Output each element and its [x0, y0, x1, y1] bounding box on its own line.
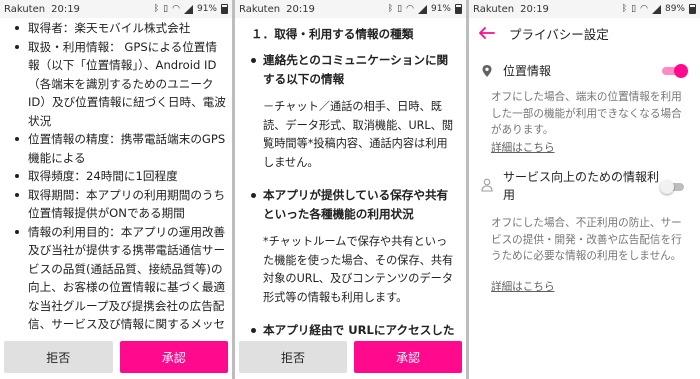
wifi-icon: ◠	[406, 4, 414, 14]
item-title: 連絡先とのコミュニケーションに関する以下の情報	[263, 53, 449, 86]
details-link[interactable]: 詳細はこちら	[491, 279, 555, 294]
carrier-label: Rakuten	[4, 3, 46, 15]
consent-button-bar: 拒否 承認	[235, 337, 466, 379]
battery-icon	[221, 4, 228, 14]
toggle-knob	[674, 64, 688, 78]
setting-title: サービス向上のための情報利用	[503, 170, 660, 202]
battery-percent: 89%	[664, 4, 685, 14]
carrier-label: Rakuten	[473, 3, 515, 15]
list-item: 位置情報の精度：携帯電話端末のGPS機能による	[6, 130, 226, 167]
reject-button[interactable]: 拒否	[4, 341, 113, 373]
section-heading: １．取得・利用する情報の種類	[251, 27, 414, 41]
list-item: 本アプリ経由で URLにアクセスした	[251, 321, 458, 337]
setting-description: オフにした場合、端末の位置情報を利用した一部の機能が利用できなくなる場合がありま…	[491, 91, 682, 136]
accept-button[interactable]: 承認	[119, 341, 228, 373]
consent-button-bar: 拒否 承認	[0, 337, 232, 379]
bluetooth-icon: ᛒ	[621, 4, 628, 14]
consent-screen-location: Rakuten 20:19 ᛒ ▯ ◠ 91% 取得者：楽天モバイル株式会社 取…	[0, 0, 232, 379]
privacy-settings-screen: Rakuten 20:19 ᛒ ▯ ◠ 89% プライバシー設定 位置情報 オフ…	[469, 0, 700, 379]
signal-icon	[651, 4, 661, 14]
item-title: 本アプリ経由で URLにアクセスした	[263, 323, 455, 337]
back-arrow-icon[interactable]	[479, 27, 495, 39]
battery-icon	[455, 4, 462, 14]
location-toggle[interactable]	[662, 64, 688, 78]
status-bar: Rakuten 20:19 ᛒ ▯ ◠ 89%	[469, 0, 700, 18]
list-item: 取得頻度：24時間に1回程度	[6, 167, 226, 186]
setting-service-improvement: サービス向上のための情報利用 オフにした場合、不正利用の防止、サービスの提供・開…	[469, 168, 700, 308]
setting-title: 位置情報	[503, 64, 552, 78]
list-item: 情報の利用目的：本アプリの運用改善及び当社が提供する携帯電話通信サービスの品質(…	[6, 223, 226, 337]
wifi-icon: ◠	[640, 4, 648, 14]
list-item: 本アプリが提供している保存や共有といった各種機能の利用状況 *チャットルームで保…	[251, 186, 458, 307]
toggle-knob	[660, 180, 674, 194]
battery-percent: 91%	[430, 4, 451, 14]
status-bar: Rakuten 20:19 ᛒ ▯ ◠ 91%	[235, 0, 466, 18]
list-item: 取得期間：本アプリの利用期間のうち位置情報提供がONである期間	[6, 186, 226, 223]
details-link[interactable]: 詳細はこちら	[491, 140, 555, 155]
vibrate-icon: ▯	[397, 4, 403, 14]
clock: 20:19	[520, 3, 549, 15]
page-title: プライバシー設定	[509, 26, 609, 42]
battery-percent: 91%	[196, 4, 217, 14]
wifi-icon: ◠	[172, 4, 180, 14]
clock: 20:19	[286, 3, 315, 15]
item-body: －チャット／通話の相手、日時、既読、データ形式、取消機能、URL、閲覧時間等*投…	[263, 100, 454, 169]
app-bar: プライバシー設定	[469, 18, 700, 48]
carrier-label: Rakuten	[239, 3, 281, 15]
bluetooth-icon: ᛒ	[387, 4, 394, 14]
clock: 20:19	[51, 3, 80, 15]
signal-icon	[417, 4, 427, 14]
item-title: 本アプリが提供している保存や共有といった各種機能の利用状況	[263, 188, 449, 221]
terms-content: １．取得・利用する情報の種類 連絡先とのコミュニケーションに関する以下の情報 －…	[235, 18, 466, 337]
list-item: 連絡先とのコミュニケーションに関する以下の情報 －チャット／通話の相手、日時、既…	[251, 51, 458, 172]
accept-button[interactable]: 承認	[354, 341, 462, 373]
battery-icon	[689, 4, 696, 14]
signal-icon	[183, 4, 193, 14]
vibrate-icon: ▯	[631, 4, 637, 14]
reject-button[interactable]: 拒否	[239, 341, 347, 373]
bluetooth-icon: ᛒ	[153, 4, 160, 14]
setting-description: オフにした場合、不正利用の防止、サービスの提供・開発・改善や広告配信を行うために…	[491, 217, 682, 262]
setting-location: 位置情報 オフにした場合、端末の位置情報を利用した一部の機能が利用できなくなる場…	[469, 58, 700, 168]
list-item: 取扱・利用情報： GPSによる位置情報（以下「位置情報」）、Android ID…	[6, 38, 226, 131]
status-bar: Rakuten 20:19 ᛒ ▯ ◠ 91%	[0, 0, 232, 18]
item-body: *チャットルームで保存や共有といった機能を使った場合、その保存、共有対象のURL…	[263, 235, 454, 304]
consent-screen-usage: Rakuten 20:19 ᛒ ▯ ◠ 91% １．取得・利用する情報の種類 連…	[235, 0, 466, 379]
person-icon	[481, 178, 493, 192]
screens: Rakuten 20:19 ᛒ ▯ ◠ 91% 取得者：楽天モバイル株式会社 取…	[0, 0, 700, 379]
terms-list: 取得者：楽天モバイル株式会社 取扱・利用情報： GPSによる位置情報（以下「位置…	[0, 18, 232, 337]
location-pin-icon	[482, 65, 492, 77]
vibrate-icon: ▯	[163, 4, 169, 14]
service-improvement-toggle[interactable]	[660, 180, 686, 194]
list-item: 取得者：楽天モバイル株式会社	[6, 19, 226, 38]
